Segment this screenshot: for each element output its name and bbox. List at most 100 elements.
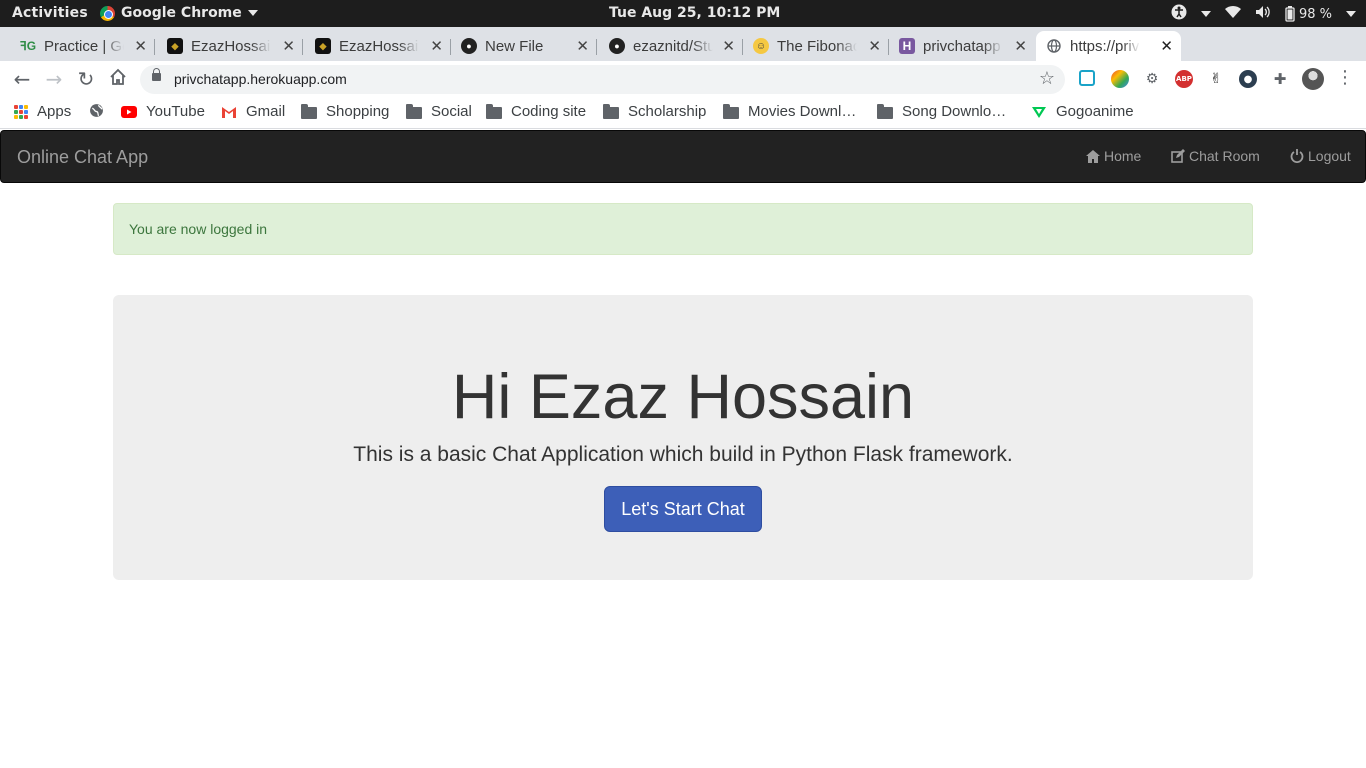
app-menu[interactable]: Google Chrome bbox=[100, 5, 258, 21]
back-arrow-icon[interactable]: ← bbox=[10, 67, 34, 91]
volume-icon bbox=[1255, 5, 1271, 23]
extension-gnome-icon[interactable]: ✌ bbox=[1207, 70, 1225, 88]
bookmark-label: Apps bbox=[37, 103, 72, 120]
bookmark-coding-site[interactable]: Coding site bbox=[486, 103, 586, 120]
battery-percent: 98 % bbox=[1298, 6, 1332, 22]
tab-label: Practice | GeeksforGeeks bbox=[44, 37, 124, 55]
chevron-down-icon bbox=[1346, 11, 1356, 17]
tab-privchatapp[interactable]: H privchatapp ✕ bbox=[889, 31, 1035, 61]
face-icon: ☺ bbox=[753, 38, 769, 54]
tab-label: privchatapp bbox=[923, 37, 1001, 55]
extension-bike-icon[interactable]: ⚙ bbox=[1143, 70, 1161, 88]
tab-practice[interactable]: ꟻG Practice | GeeksforGeeks ✕ bbox=[0, 31, 155, 61]
bookmark-movies[interactable]: Movies Downl… bbox=[723, 103, 856, 120]
chevron-down-icon bbox=[1200, 11, 1211, 17]
bookmark-label: Scholarship bbox=[628, 103, 707, 120]
github-icon: ● bbox=[461, 38, 477, 54]
bookmark-scholarship[interactable]: Scholarship bbox=[603, 103, 706, 120]
tab-label: The Fibonacci bbox=[777, 37, 857, 55]
extensions-puzzle-icon[interactable]: ✚ bbox=[1271, 70, 1289, 88]
extension-translate-icon[interactable] bbox=[1079, 70, 1095, 86]
gmail-icon bbox=[222, 106, 236, 118]
close-icon[interactable]: ✕ bbox=[576, 37, 589, 55]
tab-ezaznitd[interactable]: ● ezaznitd/StudyMaterial ✕ bbox=[597, 31, 743, 61]
bookmark-gogoanime[interactable]: Gogoanime bbox=[1031, 103, 1134, 120]
adblock-icon[interactable]: ABP bbox=[1175, 70, 1193, 88]
folder-icon bbox=[486, 103, 502, 119]
home-icon bbox=[1086, 149, 1100, 163]
browser-toolbar: ← → ↻ privchatapp.herokuapp.com ☆ ⚙ ABP … bbox=[0, 61, 1366, 97]
tab-label: https://privchatapp.herokuapp.com bbox=[1070, 37, 1140, 55]
chevron-down-icon bbox=[247, 10, 258, 16]
accessibility-icon[interactable] bbox=[1171, 4, 1187, 24]
wifi-icon bbox=[1224, 5, 1241, 23]
menu-kebab-icon[interactable]: ⋮ bbox=[1333, 67, 1357, 88]
close-icon[interactable]: ✕ bbox=[134, 37, 147, 55]
close-icon[interactable]: ✕ bbox=[430, 37, 443, 55]
app-navbar: Online Chat App Home Chat Room Logout bbox=[0, 130, 1366, 183]
bookmark-label: YouTube bbox=[146, 103, 205, 120]
app-description: This is a basic Chat Application which b… bbox=[353, 443, 1013, 466]
lock-icon[interactable] bbox=[152, 68, 161, 81]
bookmarks-bar: Apps YouTube Gmail Shopping Social Codin… bbox=[0, 97, 1366, 129]
tab-ezazhossain-2[interactable]: ◆ EzazHossain ✕ bbox=[303, 31, 451, 61]
reload-icon[interactable]: ↻ bbox=[74, 67, 98, 91]
close-icon[interactable]: ✕ bbox=[1014, 37, 1027, 55]
address-url[interactable]: privchatapp.herokuapp.com bbox=[174, 71, 347, 87]
system-tray[interactable]: 98 % bbox=[1171, 4, 1356, 24]
nav-chat-room[interactable]: Chat Room bbox=[1171, 148, 1260, 164]
heroku-icon: H bbox=[899, 38, 915, 54]
nav-home-label: Home bbox=[1104, 148, 1142, 164]
ezazhossain-favicon-icon: ◆ bbox=[315, 38, 331, 54]
ezazhossain-favicon-icon: ◆ bbox=[167, 38, 183, 54]
bookmark-star-icon[interactable]: ☆ bbox=[1039, 68, 1055, 89]
folder-icon bbox=[406, 103, 422, 119]
nav-logout-label: Logout bbox=[1308, 148, 1351, 164]
bookmark-youtube[interactable]: YouTube bbox=[121, 103, 205, 120]
greeting-heading: Hi Ezaz Hossain bbox=[451, 362, 915, 432]
tab-fibonacci[interactable]: ☺ The Fibonacci ✕ bbox=[743, 31, 889, 61]
bookmark-globe[interactable] bbox=[89, 103, 104, 118]
bookmark-songs[interactable]: Song Downlo… bbox=[877, 103, 1006, 120]
nav-logout[interactable]: Logout bbox=[1290, 148, 1351, 164]
close-icon[interactable]: ✕ bbox=[722, 37, 735, 55]
battery-icon bbox=[1285, 6, 1295, 22]
tab-ezazhossain-1[interactable]: ◆ EzazHossain ✕ bbox=[155, 31, 303, 61]
close-icon[interactable]: ✕ bbox=[868, 37, 881, 55]
folder-icon bbox=[723, 103, 739, 119]
clock[interactable]: Tue Aug 25, 10:12 PM bbox=[609, 5, 780, 21]
bookmark-label: Gmail bbox=[246, 103, 286, 120]
nav-chat-room-label: Chat Room bbox=[1189, 148, 1260, 164]
close-icon[interactable]: ✕ bbox=[282, 37, 295, 55]
youtube-icon bbox=[121, 105, 137, 118]
bookmark-gmail[interactable]: Gmail bbox=[221, 103, 285, 120]
activities-button[interactable]: Activities bbox=[12, 5, 88, 21]
gogoanime-icon bbox=[1032, 106, 1046, 118]
success-alert: You are now logged in bbox=[113, 203, 1253, 255]
extension-ninja-icon[interactable]: ● bbox=[1239, 70, 1257, 88]
bookmark-label: Coding site bbox=[511, 103, 587, 120]
globe-icon bbox=[1046, 38, 1062, 54]
navbar-brand[interactable]: Online Chat App bbox=[17, 147, 148, 168]
bookmark-apps[interactable]: Apps bbox=[14, 103, 71, 120]
profile-avatar[interactable] bbox=[1302, 68, 1324, 90]
tab-label: ezaznitd/StudyMaterial bbox=[633, 37, 713, 55]
bookmark-shopping[interactable]: Shopping bbox=[301, 103, 389, 120]
bookmark-label: Movies Downl… bbox=[748, 103, 857, 120]
nav-home[interactable]: Home bbox=[1086, 148, 1141, 164]
tab-active[interactable]: https://privchatapp.herokuapp.com ✕ bbox=[1036, 31, 1181, 61]
folder-icon bbox=[877, 103, 893, 119]
start-chat-button[interactable]: Let's Start Chat bbox=[604, 486, 762, 532]
github-icon: ● bbox=[609, 38, 625, 54]
bookmark-social[interactable]: Social bbox=[406, 103, 472, 120]
tab-strip: ꟻG Practice | GeeksforGeeks ✕ ◆ EzazHoss… bbox=[0, 27, 1366, 82]
bookmark-label: Shopping bbox=[326, 103, 390, 120]
tab-new-file[interactable]: ● New File ✕ bbox=[451, 31, 597, 61]
chrome-icon bbox=[100, 5, 115, 21]
app-menu-label: Google Chrome bbox=[121, 5, 242, 21]
close-icon[interactable]: ✕ bbox=[1160, 37, 1173, 55]
forward-arrow-icon[interactable]: → bbox=[42, 67, 66, 91]
home-icon[interactable] bbox=[106, 67, 130, 91]
extension-colorful-icon[interactable] bbox=[1111, 70, 1129, 88]
address-bar[interactable]: privchatapp.herokuapp.com ☆ bbox=[140, 65, 1065, 94]
